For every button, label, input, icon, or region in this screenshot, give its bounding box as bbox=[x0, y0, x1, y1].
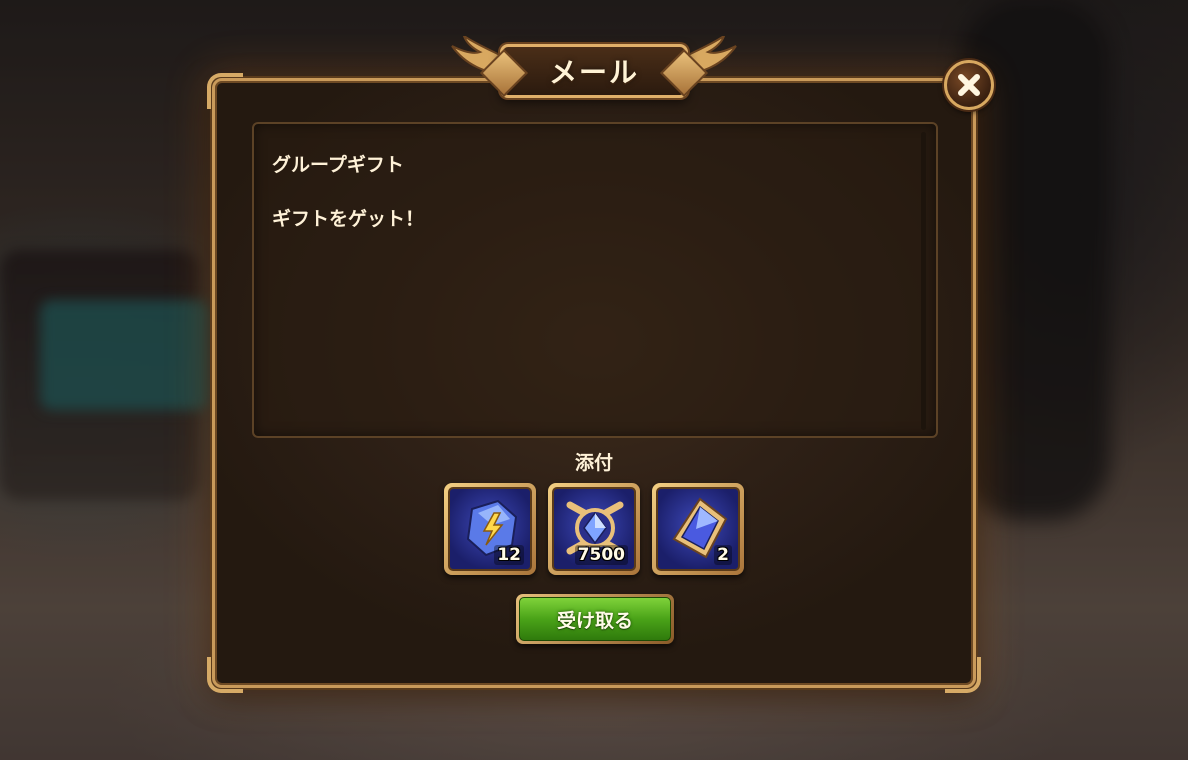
attachment-item[interactable]: 2 bbox=[652, 483, 744, 575]
attachment-item[interactable]: 12 bbox=[444, 483, 536, 575]
dialog-title: メール bbox=[548, 56, 639, 89]
claim-button[interactable]: 受け取る bbox=[516, 594, 674, 644]
frame-corner-ornament bbox=[207, 73, 243, 109]
frame-corner-ornament bbox=[207, 657, 243, 693]
attachment-quantity: 2 bbox=[714, 545, 732, 565]
attachment-quantity: 12 bbox=[494, 545, 524, 565]
attachments-label: 添付 bbox=[574, 452, 613, 474]
claim-button-label: 受け取る bbox=[519, 597, 671, 641]
message-title: グループギフト bbox=[272, 154, 404, 176]
message-scrollbar[interactable] bbox=[921, 132, 926, 430]
close-icon bbox=[958, 74, 980, 96]
attachment-list: 12 7500 2 bbox=[444, 483, 744, 575]
message-body: ギフトをゲット！ bbox=[272, 208, 425, 230]
message-box: グループギフト ギフトをゲット！ bbox=[252, 122, 938, 438]
attachment-quantity: 7500 bbox=[574, 545, 628, 565]
attachment-item[interactable]: 7500 bbox=[548, 483, 640, 575]
close-button[interactable] bbox=[944, 60, 994, 110]
title-banner: メール bbox=[500, 44, 688, 98]
frame-corner-ornament bbox=[945, 657, 981, 693]
